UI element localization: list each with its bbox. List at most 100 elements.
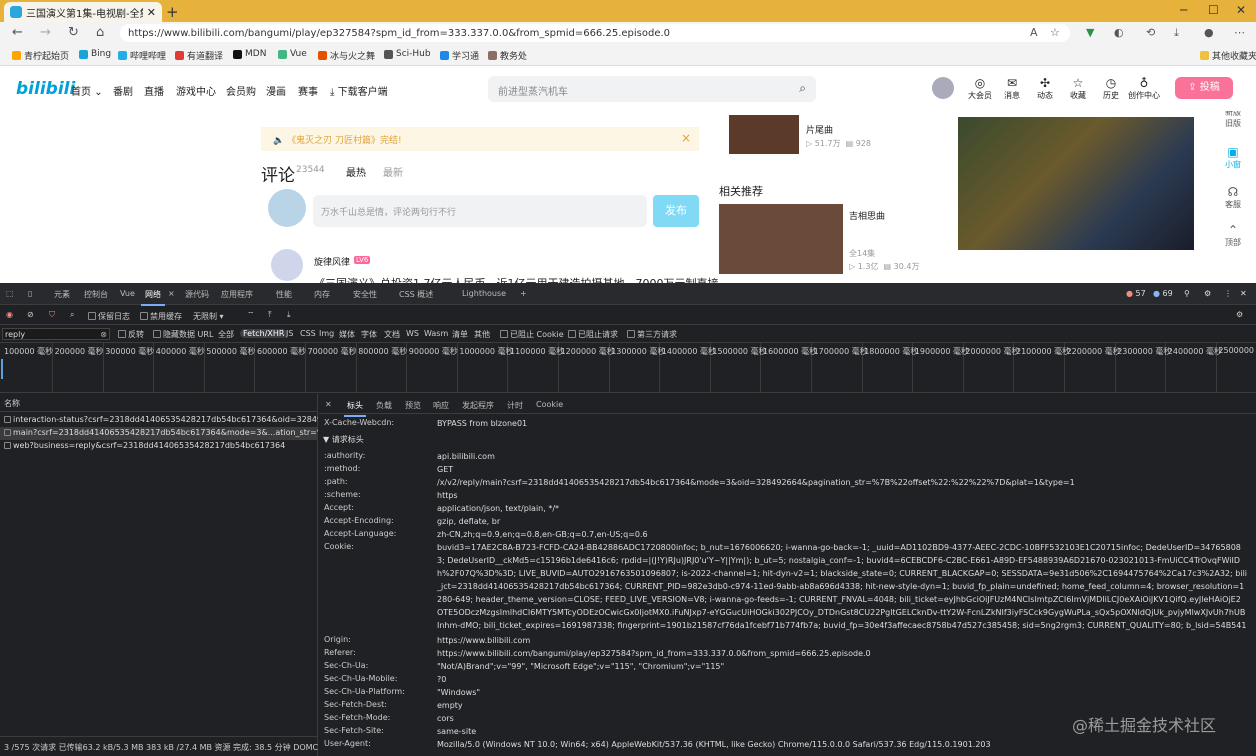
close-tab-icon[interactable]: ✕ — [147, 6, 156, 19]
tab-memory[interactable]: 内存 — [314, 289, 330, 300]
invert-checkbox[interactable]: 反转 — [118, 329, 144, 340]
favorite-star-icon[interactable]: ☆ — [1050, 26, 1060, 39]
nav-item[interactable]: 会员购 — [226, 83, 256, 98]
tab-elements[interactable]: 元素 — [54, 289, 70, 300]
bookmark-item[interactable]: Bing — [79, 49, 111, 59]
more-tabs-icon[interactable]: + — [520, 289, 527, 298]
tab-timing[interactable]: 计时 — [507, 400, 523, 411]
comment-input[interactable]: 万水千山总是情，评论两句行不行 — [313, 195, 647, 227]
close-window-icon[interactable]: ✕ — [1236, 3, 1246, 17]
side-mini-window[interactable]: ▣ 小窗 — [1218, 145, 1248, 170]
upload-har-icon[interactable]: ⤒ — [268, 310, 272, 320]
tab-security[interactable]: 安全性 — [353, 289, 377, 300]
side-top[interactable]: ⌃ 顶部 — [1218, 223, 1248, 248]
filter-doc[interactable]: 文档 — [384, 329, 400, 340]
other-bookmarks[interactable]: 其他收藏夹 — [1200, 49, 1256, 62]
error-count[interactable]: ● 57 — [1126, 289, 1146, 298]
favorites-link[interactable]: ☆ 收藏 — [1061, 76, 1095, 101]
comment-username[interactable]: 旋律风律 — [314, 255, 350, 268]
bookmark-item[interactable]: 教务处 — [488, 49, 527, 62]
history-icon[interactable]: ⟲ — [1146, 26, 1155, 39]
bookmark-item[interactable]: 有道翻译 — [175, 49, 223, 62]
nav-item[interactable]: 游戏中心 — [176, 83, 216, 98]
side-service[interactable]: ☊ 客服 — [1218, 185, 1248, 210]
nav-item[interactable]: 直播 — [144, 83, 164, 98]
third-party-checkbox[interactable]: 第三方请求 — [627, 329, 677, 340]
filter-ws[interactable]: WS — [406, 329, 419, 338]
clear-icon[interactable]: ⊘ — [27, 310, 34, 319]
filter-all[interactable]: 全部 — [218, 329, 234, 340]
disable-cache-checkbox[interactable]: 禁用缓存 — [140, 311, 182, 322]
preserve-log-checkbox[interactable]: 保留日志 — [88, 311, 130, 322]
bilibili-logo[interactable]: bilibili — [16, 79, 75, 99]
close-icon[interactable]: × — [681, 131, 691, 145]
filter-media[interactable]: 媒体 — [339, 329, 355, 340]
wifi-icon[interactable]: ⌔ — [247, 310, 255, 320]
close-details-icon[interactable]: ✕ — [325, 400, 332, 409]
nav-item[interactable]: 番剧 — [113, 83, 133, 98]
throttling-select[interactable]: 无限制 ▾ — [193, 311, 224, 322]
bookmark-item[interactable]: Sci-Hub — [384, 49, 431, 59]
tab-lighthouse[interactable]: Lighthouse — [462, 289, 506, 298]
profile-icon[interactable]: ● — [1204, 26, 1214, 39]
filter-wasm[interactable]: Wasm — [424, 329, 448, 338]
maximize-icon[interactable]: ☐ — [1208, 3, 1219, 17]
filter-icon[interactable]: ⛉ — [49, 310, 55, 320]
name-column-header[interactable]: 名称 — [0, 394, 318, 412]
tab-headers[interactable]: 标头 — [344, 400, 366, 417]
sort-new-tab[interactable]: 最新 — [383, 164, 403, 179]
user-avatar[interactable] — [268, 189, 306, 227]
blocked-cookies-checkbox[interactable]: 已阻止 Cookie — [500, 329, 564, 340]
filter-img[interactable]: Img — [319, 329, 334, 338]
inspect-icon[interactable]: ⬚ — [6, 289, 14, 298]
filter-js[interactable]: JS — [286, 329, 293, 338]
close-tab-icon[interactable]: × — [168, 289, 175, 298]
refresh-icon[interactable]: ↻ — [68, 25, 79, 40]
nav-download-client[interactable]: ⤓ 下载客户端 — [330, 83, 388, 98]
bookmark-item[interactable]: 青柠起始页 — [12, 49, 69, 62]
tab-sources[interactable]: 源代码 — [185, 289, 209, 300]
device-icon[interactable]: ▯ — [28, 289, 32, 298]
search-icon[interactable]: ⌕ — [70, 310, 74, 320]
comment-avatar[interactable] — [271, 249, 303, 281]
tab-initiator[interactable]: 发起程序 — [462, 400, 494, 411]
blocked-requests-checkbox[interactable]: 已阻止请求 — [568, 329, 618, 340]
filter-font[interactable]: 字体 — [361, 329, 377, 340]
bookmark-item[interactable]: MDN — [233, 49, 266, 59]
mini-player[interactable] — [958, 117, 1194, 250]
nav-home[interactable]: 首页 ⌄ — [71, 83, 103, 98]
messages-link[interactable]: ✉ 消息 — [995, 76, 1029, 101]
nav-item[interactable]: 赛事 — [298, 83, 318, 98]
filter-input[interactable]: reply ⊗ — [2, 328, 110, 340]
bookmark-item[interactable]: 学习通 — [440, 49, 479, 62]
download-har-icon[interactable]: ⤓ — [287, 310, 291, 320]
video-thumbnail[interactable] — [719, 204, 843, 274]
home-icon[interactable]: ⌂ — [96, 25, 104, 40]
feedback-icon[interactable]: ⚲ — [1184, 289, 1190, 298]
more-menu-icon[interactable]: ⋯ — [1234, 26, 1245, 39]
clear-filter-icon[interactable]: ⊗ — [100, 329, 107, 340]
video-title[interactable]: 吉相思曲 — [849, 209, 885, 222]
tab-cookies[interactable]: Cookie — [536, 400, 563, 409]
video-title[interactable]: 片尾曲 — [806, 123, 833, 136]
request-row[interactable]: main?csrf=2318dd41406535428217db54bc6173… — [0, 427, 318, 440]
bookmark-item[interactable]: 冰与火之舞 — [318, 49, 375, 62]
tab-payload[interactable]: 负载 — [376, 400, 392, 411]
video-thumbnail[interactable] — [729, 115, 799, 154]
tab-application[interactable]: 应用程序 — [221, 289, 253, 300]
warning-count[interactable]: ● 69 — [1153, 289, 1173, 298]
bookmark-item[interactable]: 哔哩哔哩 — [118, 49, 166, 62]
request-headers-section[interactable]: ▼ 请求标头 — [323, 434, 364, 445]
filter-fetch-xhr[interactable]: Fetch/XHR — [240, 329, 288, 338]
download-icon[interactable]: ⤓ — [1174, 26, 1179, 40]
filter-other[interactable]: 其他 — [474, 329, 490, 340]
side-old-version[interactable]: 新版 旧版 — [1218, 111, 1248, 129]
new-tab-icon[interactable]: + — [166, 3, 179, 21]
minimize-icon[interactable]: ─ — [1180, 3, 1187, 17]
dynamics-link[interactable]: ✣ 动态 — [1028, 76, 1062, 101]
record-icon[interactable]: ◉ — [6, 310, 13, 319]
more-menu-icon[interactable]: ⋮ — [1224, 289, 1232, 298]
network-timeline[interactable]: 100000 毫秒 200000 毫秒 300000 毫秒 400000 毫秒 5000… — [0, 343, 1256, 393]
back-icon[interactable]: ← — [12, 25, 23, 40]
upload-button[interactable]: ⇪ 投稿 — [1175, 77, 1233, 99]
